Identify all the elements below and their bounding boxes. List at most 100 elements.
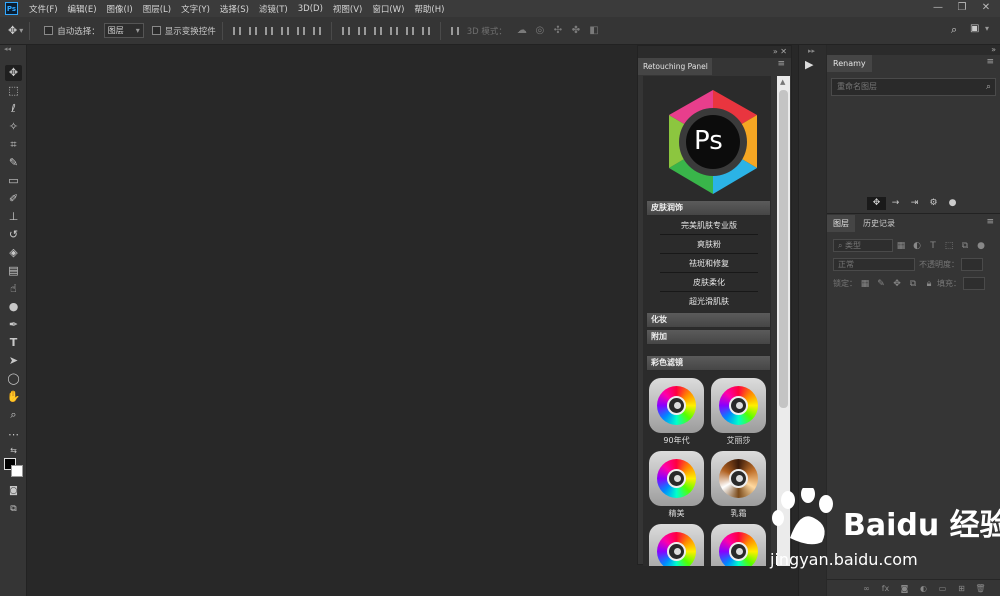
skin-item-perfect-pro[interactable]: 完美肌肤专业版: [660, 217, 758, 235]
menu-file[interactable]: 文件(F): [24, 3, 63, 15]
ellipse-tool-icon[interactable]: ◯: [5, 371, 22, 387]
tab-layers[interactable]: 图层: [827, 215, 855, 232]
section-color-filter[interactable]: 彩色滤镜: [646, 355, 771, 371]
menu-window[interactable]: 窗口(W): [367, 3, 409, 15]
filter-alyssa[interactable]: 艾丽莎: [711, 378, 766, 448]
lasso-tool-icon[interactable]: ℓ: [5, 101, 22, 117]
collapse-icon[interactable]: ◂◂: [4, 45, 11, 53]
photoshop-logo-icon[interactable]: Ps: [5, 2, 18, 15]
type-filter-icon[interactable]: T: [925, 241, 941, 251]
document-canvas-area[interactable]: [28, 45, 636, 596]
tab-retouching-panel[interactable]: Retouching Panel: [638, 58, 712, 75]
scroll-up-icon[interactable]: ▲: [780, 78, 785, 86]
expand-icon[interactable]: ▸▸: [808, 47, 815, 55]
align-left-icon[interactable]: [277, 24, 293, 38]
crop-tool-icon[interactable]: ⌗: [5, 137, 22, 153]
tab-history[interactable]: 历史记录: [857, 215, 901, 232]
roll-3d-icon[interactable]: ◎: [531, 24, 549, 38]
menu-type[interactable]: 文字(Y): [176, 3, 215, 15]
distribute-bottom-icon[interactable]: [370, 24, 386, 38]
tab-renamy[interactable]: Renamy: [827, 55, 872, 72]
fill-input[interactable]: [963, 277, 985, 290]
panel-menu-icon[interactable]: ≡: [777, 59, 785, 69]
hand-tool-icon[interactable]: ✋: [5, 389, 22, 405]
zoom-tool-icon[interactable]: ⌕: [5, 407, 22, 423]
auto-select-dropdown[interactable]: 图层: [103, 23, 144, 38]
menu-edit[interactable]: 编辑(E): [63, 3, 102, 15]
filter-partial-1[interactable]: [649, 524, 704, 566]
gradient-tool-icon[interactable]: ▤: [5, 263, 22, 279]
gear-icon[interactable]: ⚙: [924, 197, 943, 210]
adjustment-filter-icon[interactable]: ◐: [909, 241, 925, 251]
orbit-3d-icon[interactable]: ☁: [513, 24, 531, 38]
section-skin-retouch[interactable]: 皮肤润饰: [646, 200, 771, 216]
lock-all-icon[interactable]: 🔒︎: [921, 279, 937, 289]
path-select-tool-icon[interactable]: ➤: [5, 353, 22, 369]
filter-90s[interactable]: 90年代: [649, 378, 704, 448]
background-color-swatch[interactable]: [11, 465, 23, 477]
lock-position-icon[interactable]: ✥: [889, 279, 905, 289]
eraser-tool-icon[interactable]: ◈: [5, 245, 22, 261]
close-button[interactable]: ✕: [978, 1, 994, 16]
marquee-tool-icon[interactable]: ⬚: [5, 83, 22, 99]
minimize-button[interactable]: —: [930, 1, 946, 16]
link-layers-icon[interactable]: ∞: [857, 584, 876, 593]
layer-kind-select[interactable]: ⌕ 类型: [833, 239, 893, 252]
menu-select[interactable]: 选择(S): [215, 3, 254, 15]
quick-mask-icon[interactable]: ◙: [5, 483, 22, 499]
align-hcenter-icon[interactable]: [293, 24, 309, 38]
align-right-icon[interactable]: [309, 24, 325, 38]
skin-item-powder[interactable]: 爽肤粉: [660, 236, 758, 254]
skin-item-spot-repair[interactable]: 祛斑和修复: [660, 255, 758, 273]
lock-image-icon[interactable]: ✎: [873, 279, 889, 289]
opacity-input[interactable]: [961, 258, 983, 271]
workspace-icon[interactable]: ▣: [970, 23, 979, 34]
menu-image[interactable]: 图像(I): [102, 3, 138, 15]
trash-icon[interactable]: 🗑︎: [971, 584, 990, 593]
distribute-left-icon[interactable]: [386, 24, 402, 38]
skin-item-soften[interactable]: 皮肤柔化: [660, 274, 758, 292]
magic-wand-tool-icon[interactable]: ✧: [5, 119, 22, 135]
more-tools-icon[interactable]: ⋯: [5, 427, 22, 443]
restore-button[interactable]: ❐: [954, 1, 970, 16]
group-folder-icon[interactable]: ▭: [933, 584, 952, 593]
brush-tool-icon[interactable]: ✐: [5, 191, 22, 207]
adjustment-layer-icon[interactable]: ◐: [914, 584, 933, 593]
distribute-vcenter-icon[interactable]: [354, 24, 370, 38]
align-bottom-icon[interactable]: [261, 24, 277, 38]
section-makeup[interactable]: 化妆: [646, 312, 771, 328]
filter-exquisite[interactable]: 精美: [649, 451, 704, 521]
fx-icon[interactable]: fx: [876, 584, 895, 593]
arrow-right-icon[interactable]: →: [886, 197, 905, 210]
blend-mode-select[interactable]: 正常: [833, 258, 915, 271]
panel-menu-icon[interactable]: ≡: [986, 57, 994, 67]
export-icon[interactable]: ⇥: [905, 197, 924, 210]
info-icon[interactable]: ●: [943, 197, 962, 210]
collapse-icon[interactable]: »: [773, 47, 778, 56]
align-top-icon[interactable]: [229, 24, 245, 38]
slide-3d-icon[interactable]: ✤: [567, 24, 585, 38]
close-icon[interactable]: ✕: [780, 47, 787, 56]
stamp-tool-icon[interactable]: ⊥: [5, 209, 22, 225]
filter-cream[interactable]: 乳霜: [711, 451, 766, 521]
filter-toggle-icon[interactable]: ●: [973, 241, 989, 251]
menu-view[interactable]: 视图(V): [328, 3, 367, 15]
lock-transparent-icon[interactable]: ▦: [857, 279, 873, 289]
search-icon[interactable]: ⌕: [951, 23, 957, 37]
shape-filter-icon[interactable]: ⬚: [941, 241, 957, 251]
menu-filter[interactable]: 滤镜(T): [254, 3, 293, 15]
pixel-filter-icon[interactable]: ▦: [893, 241, 909, 251]
smart-filter-icon[interactable]: ⧉: [957, 241, 973, 251]
menu-help[interactable]: 帮助(H): [409, 3, 449, 15]
scrollbar-thumb[interactable]: [779, 90, 788, 408]
pan-3d-icon[interactable]: ✣: [549, 24, 567, 38]
auto-align-icon[interactable]: [447, 24, 463, 38]
move-icon[interactable]: ✥: [867, 197, 886, 210]
lock-artboard-icon[interactable]: ⧉: [905, 279, 921, 289]
filter-partial-2[interactable]: [711, 524, 766, 566]
distribute-hcenter-icon[interactable]: [402, 24, 418, 38]
distribute-top-icon[interactable]: [338, 24, 354, 38]
scale-3d-icon[interactable]: ◧: [585, 24, 603, 38]
align-vcenter-icon[interactable]: [245, 24, 261, 38]
add-mask-icon[interactable]: ◙: [895, 584, 914, 593]
